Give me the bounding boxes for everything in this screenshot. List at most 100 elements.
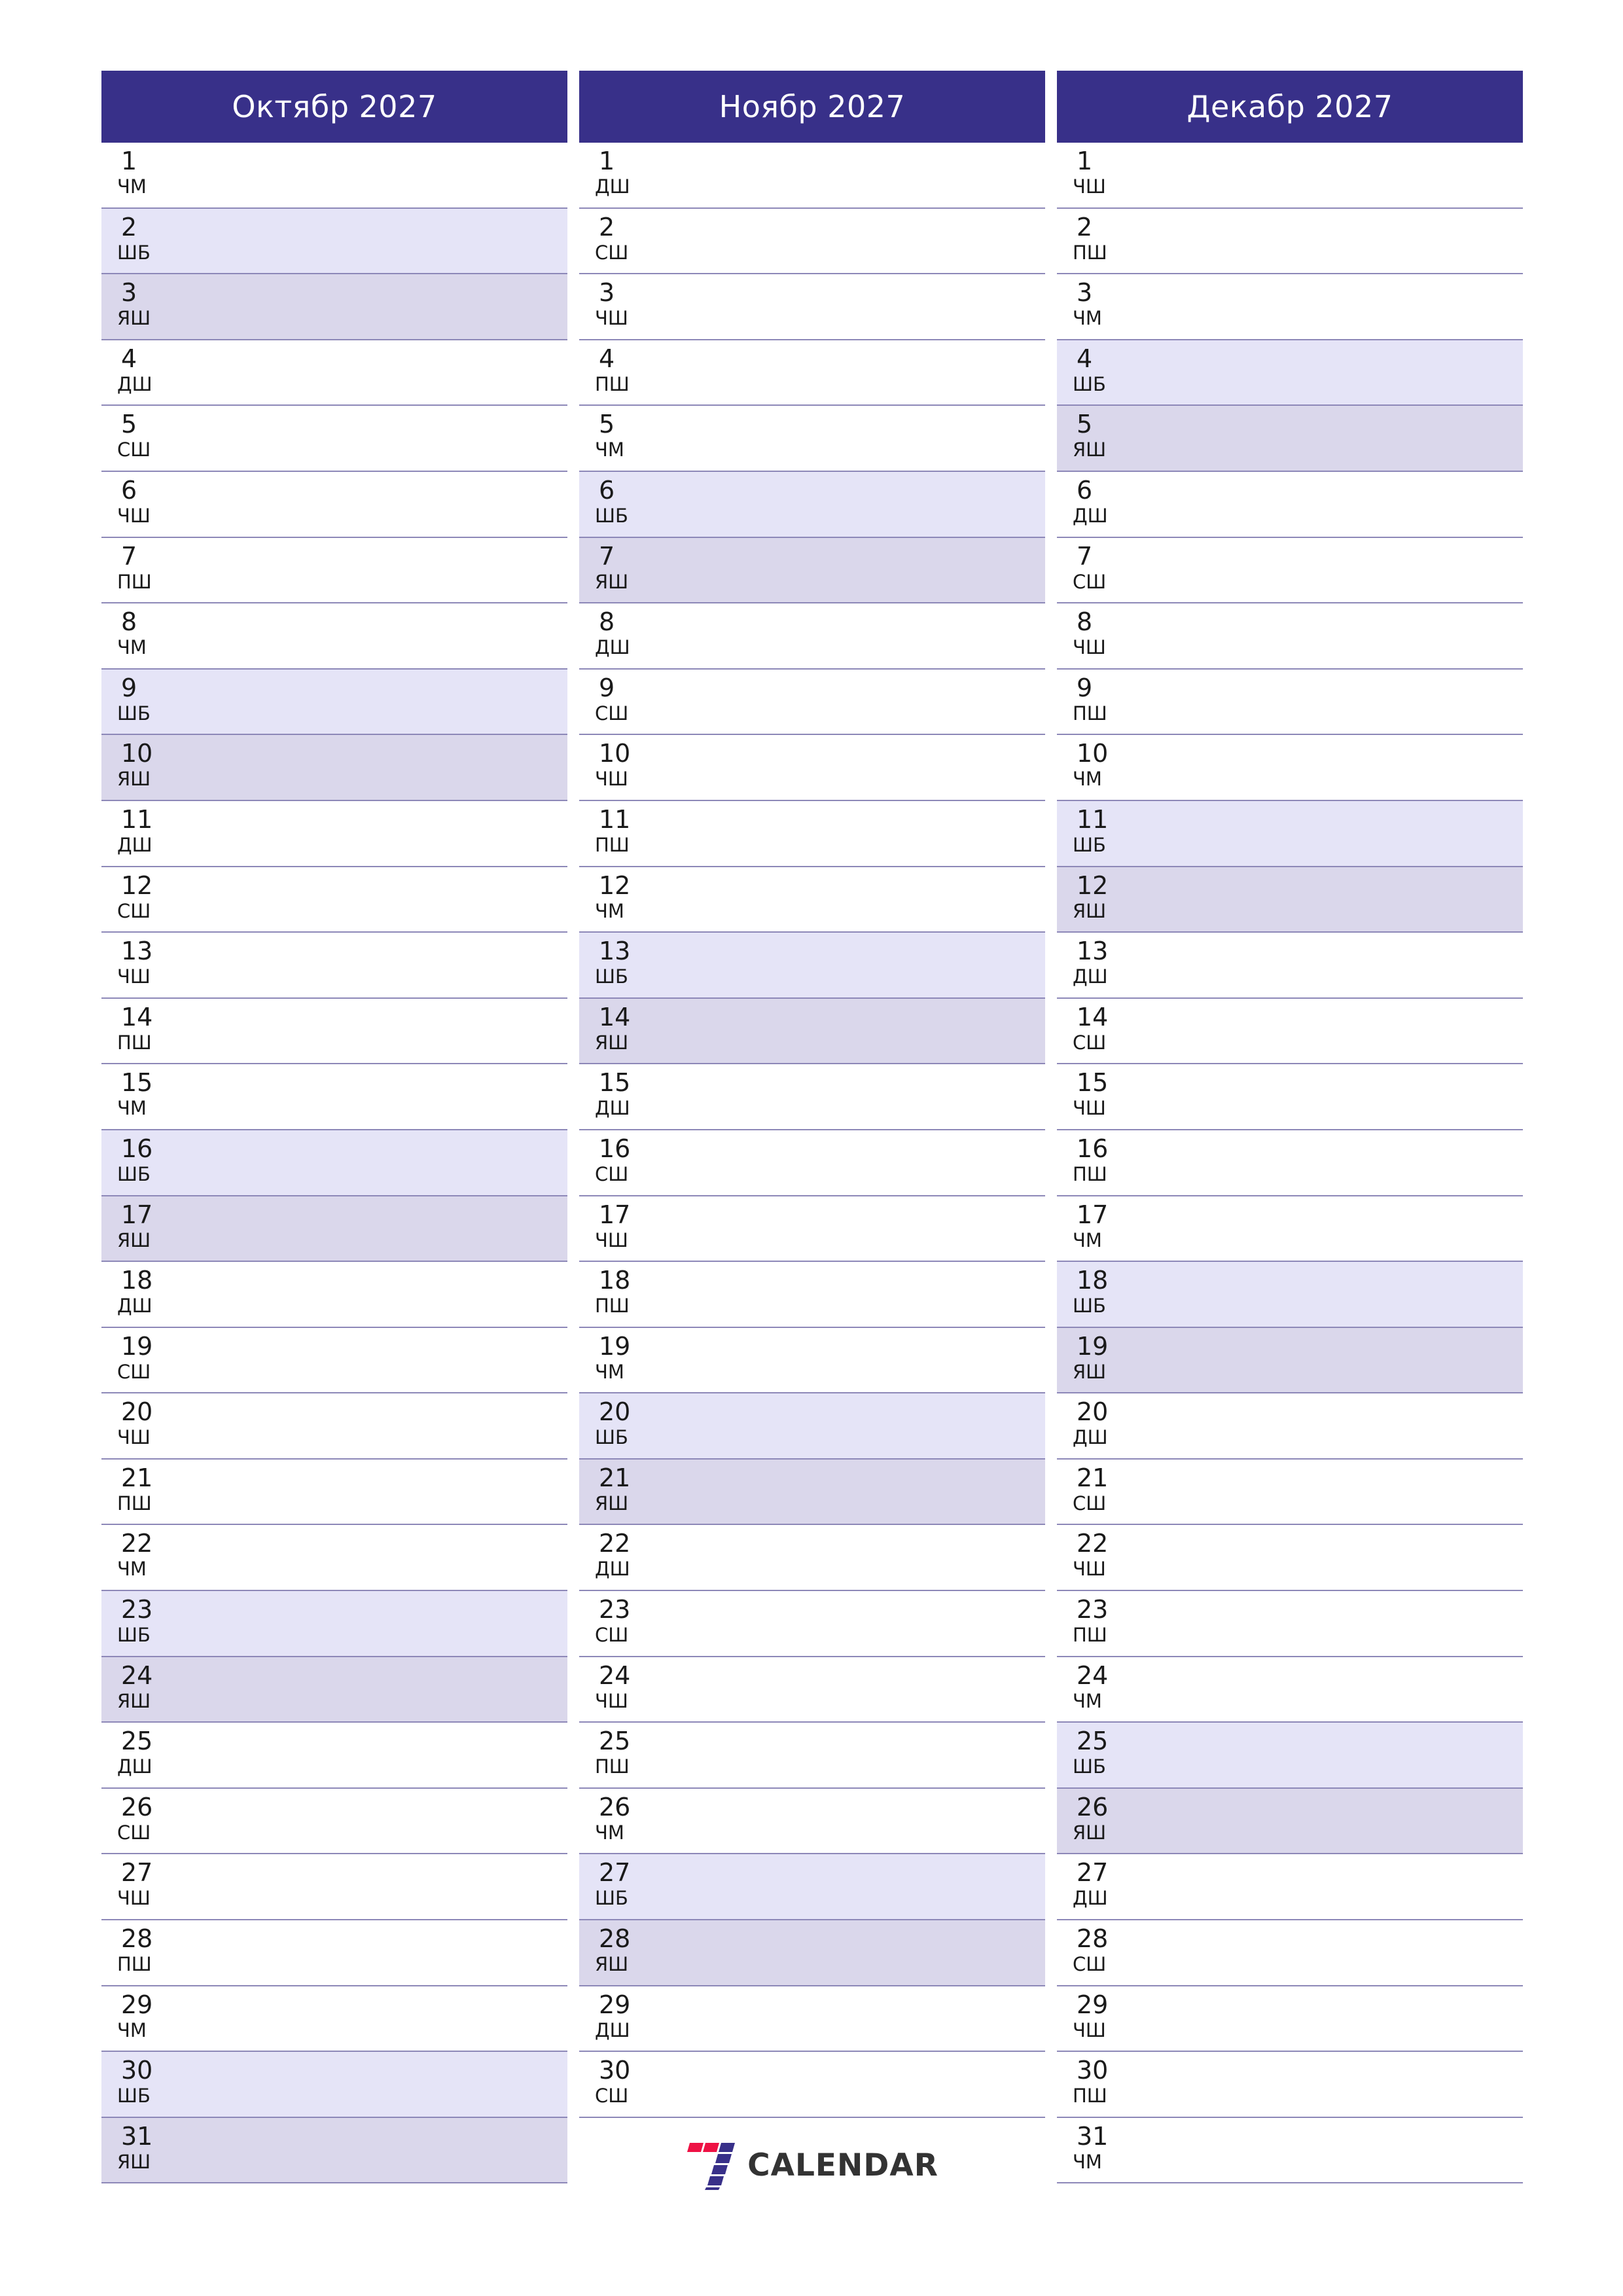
day-row[interactable]: 7 СШ xyxy=(1057,537,1523,604)
day-row[interactable]: 9 ШБ xyxy=(101,669,567,736)
day-row[interactable]: 15 ДШ xyxy=(579,1064,1045,1130)
day-row[interactable]: 2 ПШ xyxy=(1057,208,1523,275)
day-row[interactable]: 20 ЧШ xyxy=(101,1393,567,1460)
day-row[interactable]: 21 СШ xyxy=(1057,1459,1523,1526)
day-row[interactable]: 25 ДШ xyxy=(101,1723,567,1789)
day-row[interactable]: 2 СШ xyxy=(579,208,1045,275)
day-row[interactable]: 7 ЯШ xyxy=(579,537,1045,604)
day-row[interactable]: 13 ДШ xyxy=(1057,933,1523,999)
day-row[interactable]: 8 ЧШ xyxy=(1057,603,1523,670)
day-row[interactable]: 21 ЯШ xyxy=(579,1459,1045,1526)
day-row[interactable]: 16 СШ xyxy=(579,1130,1045,1196)
day-row[interactable]: 14 ЯШ xyxy=(579,998,1045,1065)
day-row[interactable]: 16 ПШ xyxy=(1057,1130,1523,1196)
day-row[interactable]: 22 ЧМ xyxy=(101,1525,567,1592)
day-row[interactable]: 23 ПШ xyxy=(1057,1591,1523,1657)
day-row[interactable]: 6 ШБ xyxy=(579,471,1045,538)
day-row[interactable]: 14 СШ xyxy=(1057,998,1523,1065)
day-row[interactable]: 19 СШ xyxy=(101,1327,567,1394)
day-row[interactable]: 29 ДШ xyxy=(579,1986,1045,2053)
day-number: 7 xyxy=(121,541,137,571)
weekday-abbr: ШБ xyxy=(117,1162,151,1185)
day-row[interactable]: 20 ШБ xyxy=(579,1393,1045,1460)
day-row[interactable]: 27 ШБ xyxy=(579,1854,1045,1921)
day-row[interactable]: 22 ЧШ xyxy=(1057,1525,1523,1592)
day-row[interactable]: 21 ПШ xyxy=(101,1459,567,1526)
day-row[interactable]: 25 ШБ xyxy=(1057,1723,1523,1789)
day-row[interactable]: 18 ПШ xyxy=(579,1262,1045,1328)
day-row[interactable]: 31 ЯШ xyxy=(101,2117,567,2184)
day-row[interactable]: 6 ДШ xyxy=(1057,471,1523,538)
day-number: 11 xyxy=(1077,804,1109,834)
day-row[interactable]: 30 ШБ xyxy=(101,2052,567,2118)
day-row[interactable]: 2 ШБ xyxy=(101,208,567,275)
day-row[interactable]: 3 ЧМ xyxy=(1057,274,1523,340)
day-row[interactable]: 24 ЯШ xyxy=(101,1657,567,1723)
day-row[interactable]: 6 ЧШ xyxy=(101,471,567,538)
day-row[interactable]: 23 СШ xyxy=(579,1591,1045,1657)
day-row[interactable]: 11 ПШ xyxy=(579,800,1045,867)
day-row[interactable]: 30 ПШ xyxy=(1057,2052,1523,2118)
day-row[interactable]: 19 ЧМ xyxy=(579,1327,1045,1394)
weekday-abbr: ЧШ xyxy=(595,1229,628,1251)
day-row[interactable]: 4 ШБ xyxy=(1057,340,1523,406)
day-row[interactable]: 12 СШ xyxy=(101,867,567,933)
day-row[interactable]: 29 ЧМ xyxy=(101,1986,567,2053)
day-row[interactable]: 15 ЧШ xyxy=(1057,1064,1523,1130)
day-row[interactable]: 4 ДШ xyxy=(101,340,567,406)
day-row[interactable]: 11 ШБ xyxy=(1057,800,1523,867)
day-row[interactable]: 10 ЯШ xyxy=(101,735,567,801)
day-row[interactable]: 16 ШБ xyxy=(101,1130,567,1196)
day-row[interactable]: 3 ЧШ xyxy=(579,274,1045,340)
day-row[interactable]: 29 ЧШ xyxy=(1057,1986,1523,2053)
day-row[interactable]: 5 СШ xyxy=(101,406,567,472)
day-row[interactable]: 9 СШ xyxy=(579,669,1045,736)
day-row[interactable]: 11 ДШ xyxy=(101,800,567,867)
day-row[interactable]: 31 ЧМ xyxy=(1057,2117,1523,2184)
day-row[interactable]: 10 ЧМ xyxy=(1057,735,1523,801)
day-row[interactable]: 13 ШБ xyxy=(579,933,1045,999)
day-row[interactable]: 4 ПШ xyxy=(579,340,1045,406)
day-row[interactable]: 25 ПШ xyxy=(579,1723,1045,1789)
day-number: 2 xyxy=(121,212,137,242)
day-row[interactable]: 27 ЧШ xyxy=(101,1854,567,1921)
day-row[interactable]: 28 ПШ xyxy=(101,1920,567,1986)
day-row[interactable]: 1 ЧМ xyxy=(101,143,567,209)
day-row[interactable]: 8 ДШ xyxy=(579,603,1045,670)
day-row[interactable]: 7 ПШ xyxy=(101,537,567,604)
day-row[interactable]: 28 СШ xyxy=(1057,1920,1523,1986)
day-row[interactable]: 22 ДШ xyxy=(579,1525,1045,1592)
day-row[interactable]: 26 ЯШ xyxy=(1057,1788,1523,1855)
day-row[interactable]: 24 ЧШ xyxy=(579,1657,1045,1723)
day-row[interactable]: 13 ЧШ xyxy=(101,933,567,999)
day-row[interactable]: 5 ЯШ xyxy=(1057,406,1523,472)
day-row[interactable]: 5 ЧМ xyxy=(579,406,1045,472)
day-row[interactable]: 1 ЧШ xyxy=(1057,143,1523,209)
day-row[interactable]: 3 ЯШ xyxy=(101,274,567,340)
day-row[interactable]: 20 ДШ xyxy=(1057,1393,1523,1460)
day-row[interactable]: 8 ЧМ xyxy=(101,603,567,670)
day-row[interactable]: 10 ЧШ xyxy=(579,735,1045,801)
day-number: 4 xyxy=(1077,344,1093,373)
day-row[interactable]: 30 СШ xyxy=(579,2052,1045,2118)
day-row[interactable]: 17 ЧШ xyxy=(579,1196,1045,1263)
day-row[interactable]: 12 ЯШ xyxy=(1057,867,1523,933)
day-row[interactable]: 26 ЧМ xyxy=(579,1788,1045,1855)
day-row[interactable]: 18 ДШ xyxy=(101,1262,567,1328)
day-row[interactable]: 27 ДШ xyxy=(1057,1854,1523,1921)
day-row[interactable]: 17 ЯШ xyxy=(101,1196,567,1263)
day-row[interactable]: 18 ШБ xyxy=(1057,1262,1523,1328)
day-row[interactable]: 1 ДШ xyxy=(579,143,1045,209)
day-row[interactable]: 24 ЧМ xyxy=(1057,1657,1523,1723)
day-row[interactable]: 23 ШБ xyxy=(101,1591,567,1657)
weekday-abbr: ЧШ xyxy=(595,768,628,791)
day-row[interactable]: 26 СШ xyxy=(101,1788,567,1855)
day-row[interactable]: 28 ЯШ xyxy=(579,1920,1045,1986)
day-row[interactable]: 14 ПШ xyxy=(101,998,567,1065)
day-row[interactable]: 15 ЧМ xyxy=(101,1064,567,1130)
brand-logo[interactable]: CALENDAR xyxy=(686,2142,938,2190)
day-row[interactable]: 17 ЧМ xyxy=(1057,1196,1523,1263)
day-row[interactable]: 12 ЧМ xyxy=(579,867,1045,933)
day-row[interactable]: 19 ЯШ xyxy=(1057,1327,1523,1394)
day-row[interactable]: 9 ПШ xyxy=(1057,669,1523,736)
